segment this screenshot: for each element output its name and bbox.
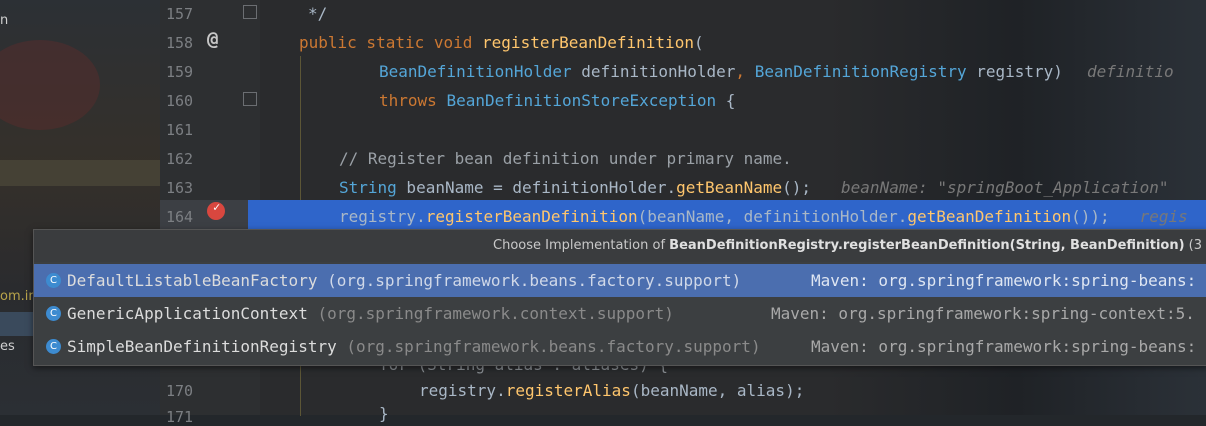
implementation-package: (org.springframework.beans.factory.suppo… [346, 337, 761, 356]
implementation-class-name: GenericApplicationContext [67, 304, 308, 323]
line-number: 160 [166, 92, 194, 110]
project-tree-item[interactable]: n [0, 13, 8, 28]
class-icon: C [46, 273, 61, 288]
code-line-158: public static void registerBeanDefinitio… [299, 33, 704, 52]
line-number: 162 [166, 150, 194, 168]
line-number: 159 [166, 63, 194, 81]
code-line-164: registry.registerBeanDefinition(beanName… [339, 207, 1188, 226]
line-number: 171 [166, 408, 194, 426]
code-line-159: BeanDefinitionHolder definitionHolder, B… [379, 62, 1174, 81]
code-line-157: */ [308, 4, 328, 23]
popup-title: Choose Implementation of BeanDefinitionR… [34, 230, 1206, 262]
inline-debug-hint: regis [1139, 207, 1188, 226]
implementation-item-genericapplicationcontext[interactable]: C GenericApplicationContext (org.springf… [34, 297, 1206, 330]
inline-debug-hint: beanName: "springBoot_Application" [841, 178, 1169, 197]
implementation-source: Maven: org.springframework:spring-beans: [811, 337, 1197, 356]
implementation-source: Maven: org.springframework:spring-beans: [811, 271, 1197, 290]
project-tree-item[interactable]: es [0, 339, 15, 354]
implementation-package: (org.springframework.context.support) [317, 304, 674, 323]
implementation-class-name: SimpleBeanDefinitionRegistry [67, 337, 337, 356]
code-line-162: // Register bean definition under primar… [339, 149, 792, 168]
breakpoint-check-icon[interactable]: ✓ [207, 200, 225, 220]
line-number: 164 [166, 208, 194, 226]
line-number: 157 [166, 5, 194, 23]
fold-marker-icon[interactable] [243, 5, 257, 19]
implementation-class-name: DefaultListableBeanFactory [67, 271, 318, 290]
inline-debug-hint: definitio [1086, 62, 1174, 81]
fold-marker-icon[interactable] [243, 92, 257, 106]
code-line-160: throws BeanDefinitionStoreException { [379, 91, 736, 110]
project-tree-selected-row[interactable] [0, 160, 160, 186]
implementation-item-simplebeandefinitionregistry[interactable]: C SimpleBeanDefinitionRegistry (org.spri… [34, 330, 1206, 363]
code-line-163: String beanName = definitionHolder.getBe… [339, 178, 1169, 197]
implementation-item-defaultlistablebeanfactory[interactable]: C DefaultListableBeanFactory (org.spring… [34, 264, 1206, 297]
line-number: 163 [166, 179, 194, 197]
code-line-171: } [379, 404, 389, 423]
class-icon: C [46, 339, 61, 354]
implementation-package: (org.springframework.beans.factory.suppo… [327, 271, 742, 290]
code-line-170: registry.registerAlias(beanName, alias); [419, 381, 805, 400]
line-number: 161 [166, 121, 194, 139]
class-icon: C [46, 306, 61, 321]
line-number: 158 [166, 34, 194, 52]
implementation-source: Maven: org.springframework:spring-contex… [771, 304, 1195, 323]
choose-implementation-popup[interactable]: Choose Implementation of BeanDefinitionR… [33, 229, 1206, 366]
line-number: 170 [166, 382, 194, 400]
at-icon[interactable]: @ [207, 28, 218, 50]
